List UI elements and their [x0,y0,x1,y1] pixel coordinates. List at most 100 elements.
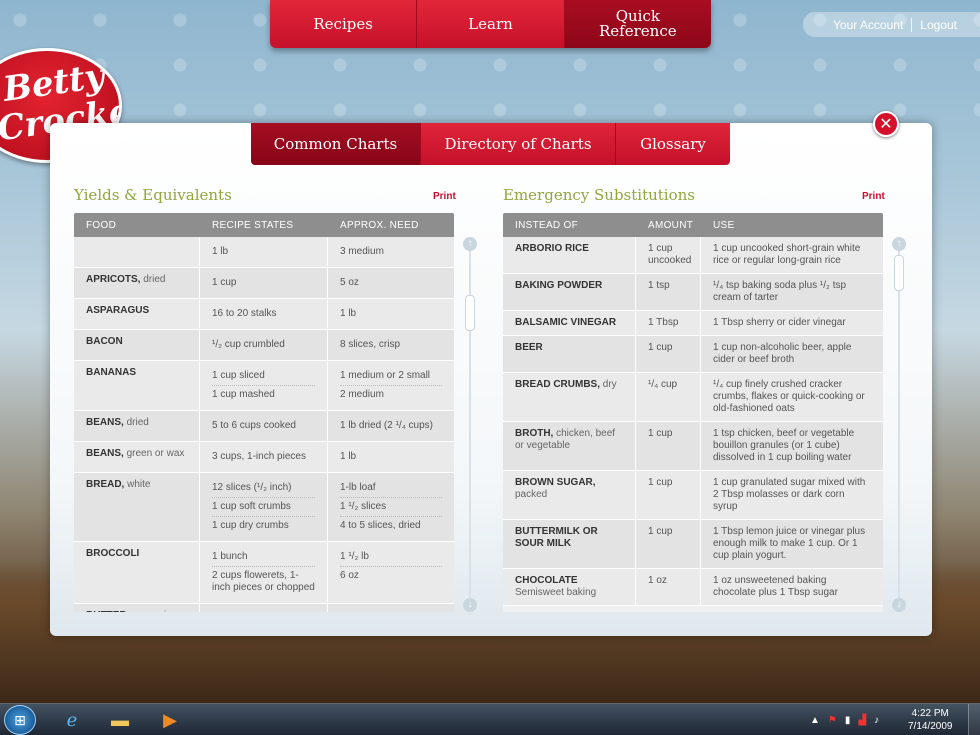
food-cell: BEANS, dried [74,411,200,441]
top-nav: Recipes Learn Quick Reference [270,0,711,48]
table-row: BROTH, chicken, beef or vegetable 1 cup 1 … [503,422,883,471]
food-name: BROCCOLI [86,548,140,559]
approx-need-cell: 1 lb dried (2 ¹/₄ cups) [328,411,454,441]
food-name: ASPARAGUS [86,305,150,316]
yields-title: Yields & Equivalents [74,186,232,204]
approx-need-cell: 1 ¹/₂ lb 6 oz [328,542,454,603]
recipe-state: 1 bunch [212,548,315,567]
amount-cell: 1 Tbsp [636,311,701,335]
yields-scrollbar[interactable]: ↑ ↓ [463,237,477,612]
food-name: BUTTER, [86,610,129,612]
use-cell: 1 Tbsp sherry or cider vinegar [713,317,846,328]
approx-need-cell: 8 slices, crisp [328,330,454,360]
logout-link[interactable]: Logout [920,18,957,32]
table-row: BREAD, white 12 slices (¹/₂ inch) 1 cup so… [74,473,454,542]
table-row: APRICOTS, dried 1 cup 5 oz [74,268,454,299]
amount-cell: 1 cup [636,336,701,372]
recipe-state: 1 cup [212,277,237,288]
subs-table: INSTEAD OF AMOUNT USE ARBORIO RICE 1 cup … [503,213,883,612]
table-row: 1 lb 3 medium [74,237,454,268]
approx-need: 1 ¹/₂ slices [340,498,442,517]
action-center-icon[interactable]: ⚑ [828,715,837,726]
tab-directory-of-charts[interactable]: Directory of Charts [421,123,616,165]
scrollbar-thumb[interactable] [465,295,475,331]
taskbar: ⊞ ℯ ▬ ▶ ▲ ⚑ ▮ ▟ ♪ 4:22 PM 7/14/2009 [0,703,980,735]
food-modifier: dried [140,274,166,285]
recipe-states-cell: 1 bunch 2 cups flowerets, 1-inch pieces o… [200,542,328,603]
folder-icon[interactable]: ▬ [100,706,140,734]
close-icon[interactable]: ✕ [873,111,899,137]
yields-print-link[interactable]: Print [433,191,456,202]
nav-learn[interactable]: Learn [417,0,565,48]
table-row: BUTTER, margarine or spread 2 cups 1 lb [74,604,454,612]
subs-print-link[interactable]: Print [862,191,885,202]
subs-scrollbar[interactable]: ↑ ↓ [892,237,906,612]
food-name: BEANS, [86,417,124,428]
food-cell: APRICOTS, dried [74,268,200,298]
windows-start-icon[interactable]: ⊞ [4,705,36,735]
use-cell: 1 tsp chicken, beef or vegetable bouillo… [713,428,855,463]
media-player-icon[interactable]: ▶ [150,706,190,734]
nav-recipes[interactable]: Recipes [270,0,418,48]
amount-cell: 1 oz [636,569,701,605]
show-desktop-button[interactable] [968,704,980,735]
account-divider [911,17,913,32]
recipe-state: 12 slices (¹/₂ inch) [212,479,315,498]
internet-explorer-icon[interactable]: ℯ [52,706,92,734]
food-modifier: green or wax [123,448,185,459]
use-cell: 1 oz unsweetened baking chocolate plus 1… [713,575,838,598]
approx-need: 1-lb loaf [340,479,442,498]
amount-cell: ¹/₄ cup [636,373,701,421]
ingredient-name: BALSAMIC VINEGAR [515,317,617,328]
signal-icon[interactable]: ▟ [858,715,866,726]
clock[interactable]: 4:22 PM 7/14/2009 [908,707,953,733]
approx-need: 5 oz [340,277,359,288]
table-row: BEER 1 cup 1 cup non-alcoholic beer, apple… [503,336,883,373]
your-account-link[interactable]: Your Account [833,18,903,32]
table-row: BAKING POWDER 1 tsp ¹/₄ tsp baking soda pl… [503,274,883,311]
volume-icon[interactable]: ♪ [874,715,879,726]
scroll-up-icon[interactable]: ↑ [463,237,477,251]
col-amount: AMOUNT [648,219,694,231]
approx-need: 6 oz [340,570,359,581]
food-cell: BROCCOLI [74,542,200,603]
approx-need: 8 slices, crisp [340,339,401,350]
instead-of-cell: BROWN SUGAR, packed [503,471,636,519]
scrollbar-thumb[interactable] [894,255,904,291]
ingredient-name: BAKING POWDER [515,280,603,291]
food-name: APRICOTS, [86,274,141,285]
tab-common-charts[interactable]: Common Charts [251,123,421,165]
scroll-down-icon[interactable]: ↓ [892,598,906,612]
system-tray: ▲ ⚑ ▮ ▟ ♪ [810,704,879,735]
tab-glossary[interactable]: Glossary [616,123,730,165]
recipe-state: 1 cup sliced [212,367,315,386]
account-bar: Your Account Logout [803,12,980,37]
table-row: BALSAMIC VINEGAR 1 Tbsp 1 Tbsp sherry or c… [503,311,883,336]
approx-need-cell: 1 lb [328,442,454,472]
approx-need: 1 lb [340,451,357,462]
amount-cell: 1 cup [636,422,701,470]
amount-cell: 1 cup uncooked [636,237,701,273]
recipe-state: 16 to 20 stalks [212,308,277,319]
scroll-down-icon[interactable]: ↓ [463,598,477,612]
approx-need: 1 lb [340,308,357,319]
ingredient-name: BUTTERMILK OR SOUR MILK [515,526,598,549]
amount-cell: 1 cup [636,471,701,519]
food-cell: BEANS, green or wax [74,442,200,472]
scroll-up-icon[interactable]: ↑ [892,237,906,251]
tray-arrow-icon[interactable]: ▲ [810,715,820,726]
amount-cell: 1 tsp [636,274,701,310]
recipe-state: 3 cups, 1-inch pieces [212,451,306,462]
recipe-state: ¹/₂ cup crumbled [212,339,285,350]
nav-quick-reference[interactable]: Quick Reference [564,0,711,48]
yields-table-header: FOOD RECIPE STATES APPROX. NEED [74,213,454,237]
instead-of-cell: BEER [503,336,636,372]
recipe-state: 2 cups flowerets, 1-inch pieces or chopp… [212,570,315,593]
food-cell: BANANAS [74,361,200,410]
food-name: BACON [86,336,123,347]
network-icon[interactable]: ▮ [845,715,851,726]
approx-need: 2 medium [340,389,384,400]
food-cell [74,237,200,267]
food-cell: BACON [74,330,200,360]
food-modifier: dried [123,417,149,428]
